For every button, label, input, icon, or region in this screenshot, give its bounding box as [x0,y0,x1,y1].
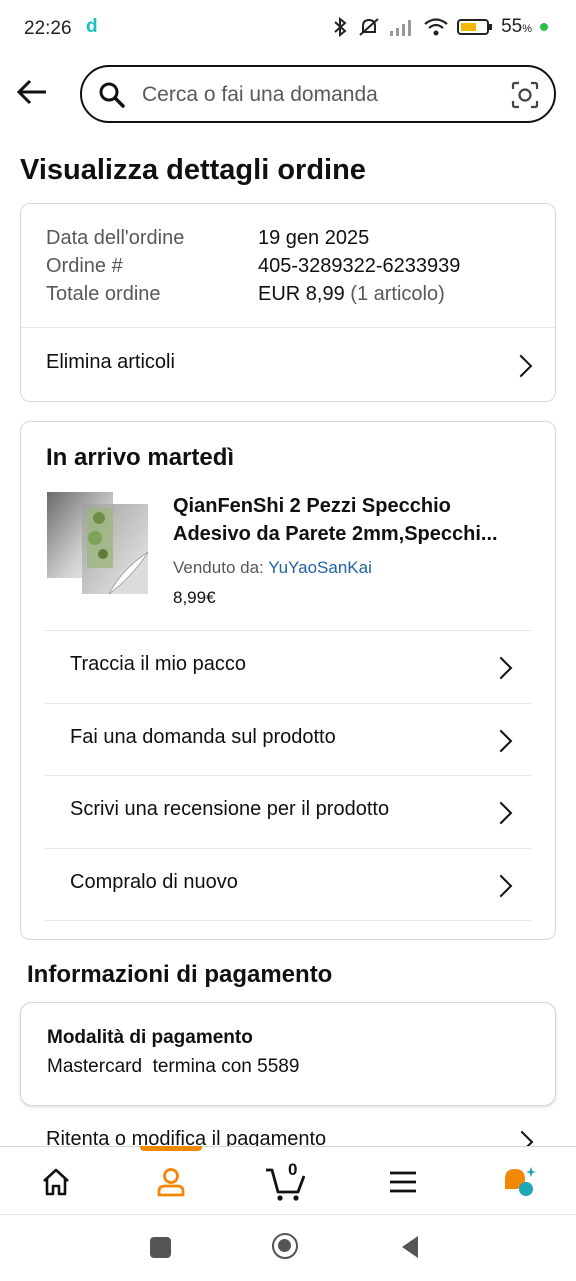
status-icons: 55% [331,16,548,38]
product-price: 8,99€ [173,588,216,607]
nav-cart[interactable]: 0 [258,1160,314,1204]
search-icon [99,82,125,108]
chevron-right-icon [489,656,513,680]
order-number-value: 405-3289322-6233939 [258,255,461,277]
nav-home[interactable] [28,1160,84,1204]
back-nav-button[interactable] [398,1234,422,1260]
signal-icon [390,20,412,36]
wifi-icon [424,18,448,36]
order-date-label: Data dell'ordine [46,227,185,249]
cart-count: 0 [288,1160,298,1179]
chevron-right-icon [489,874,513,898]
home-button[interactable] [272,1233,298,1259]
nav-menu[interactable] [375,1160,431,1204]
ask-question-row[interactable]: Fai una domanda sul prodotto [45,704,531,776]
active-tab-indicator [140,1146,202,1151]
battery-percent: 55% [501,16,532,37]
buy-again-row[interactable]: Compralo di nuovo [45,849,531,921]
app-notification-icon: d [86,16,98,37]
order-total-label: Totale ordine [46,283,161,305]
chevron-right-icon [509,354,533,378]
seller-info: Venduto da: YuYaoSanKai [173,558,372,577]
write-review-row[interactable]: Scrivi una recensione per il prodotto [45,776,531,848]
charging-dot-icon [540,23,548,31]
order-summary-card: Data dell'ordine 19 gen 2025 Ordine # 40… [20,203,556,402]
recent-apps-button[interactable] [150,1237,171,1258]
bluetooth-icon [334,16,347,38]
track-package-label: Traccia il mio pacco [70,653,246,675]
chevron-right-icon [489,801,513,825]
divider [45,920,531,921]
product-title[interactable]: QianFenShi 2 Pezzi Specchio Adesivo da P… [173,492,533,548]
order-number-label: Ordine # [46,255,123,277]
product-image[interactable] [47,492,149,596]
order-date-value: 19 gen 2025 [258,227,370,249]
payment-section-title: Informazioni di pagamento [27,961,333,988]
mute-icon [359,18,379,36]
shipment-card: In arrivo martedì QianFenShi 2 Pezzi Spe… [20,421,556,940]
track-package-row[interactable]: Traccia il mio pacco [45,631,531,703]
assistant-icon [505,1167,536,1196]
account-icon [157,1168,185,1197]
buy-again-label: Compralo di nuovo [70,871,238,893]
cart-icon [266,1168,306,1201]
payment-method-label: Modalità di pagamento [47,1027,253,1048]
camera-search-icon[interactable] [510,80,540,110]
payment-method-value: Mastercard termina con 5589 [47,1056,300,1077]
status-bar: 22:26 d 55% [0,0,576,58]
back-button[interactable] [14,72,54,112]
status-time: 22:26 [24,18,72,39]
delete-items-label: Elimina articoli [46,351,175,373]
page-title: Visualizza dettagli ordine [20,154,366,186]
nav-assistant[interactable] [492,1160,548,1204]
home-icon [43,1168,69,1196]
payment-method-card: Modalità di pagamento Mastercard termina… [20,1002,556,1106]
search-input[interactable] [140,79,484,111]
system-nav-bar [0,1214,576,1281]
order-total-value: EUR 8,99 (1 articolo) [258,283,445,305]
ask-question-label: Fai una domanda sul prodotto [70,726,336,748]
nav-account[interactable] [143,1160,199,1204]
shipment-status-title: In arrivo martedì [46,444,235,471]
seller-link[interactable]: YuYaoSanKai [268,558,372,577]
menu-icon [390,1171,416,1193]
delete-items-row[interactable]: Elimina articoli [21,328,555,401]
back-arrow-icon [16,79,46,105]
chevron-right-icon [489,729,513,753]
battery-icon [457,19,493,35]
search-bar[interactable] [80,65,556,123]
write-review-label: Scrivi una recensione per il prodotto [70,798,390,820]
